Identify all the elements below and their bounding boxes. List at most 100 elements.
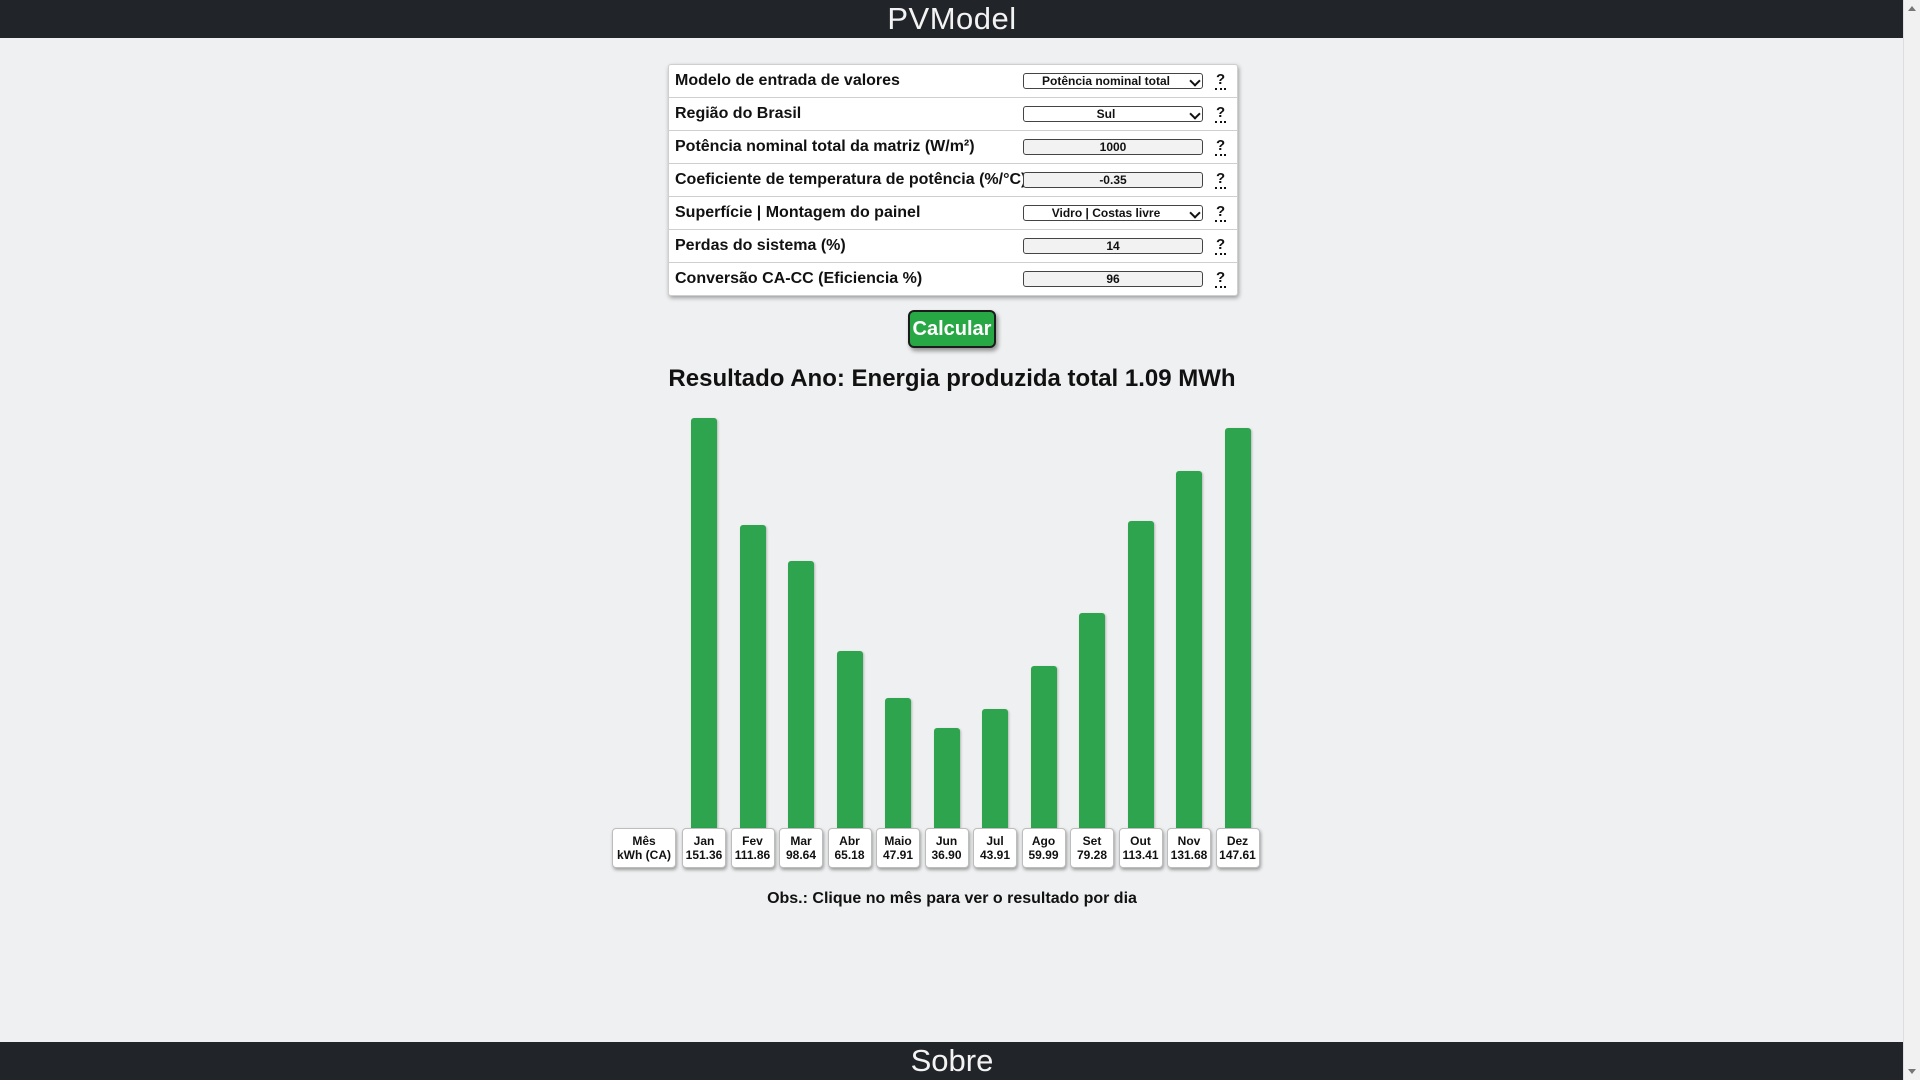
- month-label-set[interactable]: Set 79.28: [1070, 828, 1114, 868]
- month-value: 147.61: [1219, 848, 1256, 862]
- month-label-fev[interactable]: Fev 111.86: [730, 828, 775, 868]
- param-value: -0.35: [1099, 173, 1127, 187]
- month-name: Jul: [986, 834, 1004, 848]
- month-name: Jan: [693, 834, 715, 848]
- chart-header-box: Mês kWh (CA): [612, 828, 676, 868]
- param-row: Modelo de entrada de valores Potência nom…: [669, 65, 1237, 98]
- scroll-up-icon[interactable]: [1908, 6, 1916, 11]
- month-label-maio[interactable]: Maio 47.91: [876, 828, 920, 868]
- month-name: Jun: [935, 834, 958, 848]
- param-input[interactable]: 1000: [1023, 139, 1203, 155]
- param-row: Superfície | Montagem do painel Vidro | C…: [669, 197, 1237, 230]
- bar-ago[interactable]: [1030, 666, 1057, 828]
- month-value: 65.18: [834, 848, 865, 862]
- param-select[interactable]: Potência nominal total: [1023, 73, 1203, 89]
- param-row: Conversão CA-CC (Eficiencia %) 96?: [669, 263, 1237, 295]
- month-name: Set: [1082, 834, 1102, 848]
- scroll-down-icon[interactable]: [1908, 1069, 1916, 1074]
- month-value: 113.41: [1122, 848, 1159, 862]
- param-value: 96: [1106, 272, 1120, 286]
- param-row: Potência nominal total da matriz (W/m²) 1…: [669, 131, 1237, 164]
- bar-maio[interactable]: [885, 698, 911, 828]
- param-label: Superfície | Montagem do painel: [675, 204, 921, 221]
- month-name: Abr: [839, 834, 860, 848]
- month-name: Ago: [1031, 834, 1056, 848]
- param-value: Potência nominal total: [1041, 74, 1170, 88]
- month-value: 131.68: [1170, 848, 1208, 862]
- param-label: Potência nominal total da matriz (W/m²): [675, 138, 975, 155]
- about-footer[interactable]: Sobre: [0, 1042, 1904, 1080]
- help-icon[interactable]: ?: [1215, 204, 1227, 222]
- param-label: Perdas do sistema (%): [675, 237, 846, 254]
- about-link[interactable]: Sobre: [911, 1043, 994, 1079]
- param-label: Região do Brasil: [675, 105, 802, 122]
- param-label: Modelo de entrada de valores: [675, 72, 900, 89]
- month-value: 43.91: [979, 848, 1011, 862]
- app-title: PVModel: [887, 1, 1017, 36]
- help-icon[interactable]: ?: [1215, 138, 1227, 156]
- help-icon[interactable]: ?: [1215, 105, 1227, 123]
- bar-mar[interactable]: [788, 561, 814, 828]
- param-input[interactable]: 96: [1023, 271, 1203, 287]
- month-value: 36.90: [931, 848, 962, 862]
- month-name: Mar: [790, 834, 812, 848]
- monthly-energy-chart: Mês kWh (CA) Jan 151.36 Fev 111.86 Mar 98.64 A…: [612, 410, 1292, 870]
- help-icon[interactable]: ?: [1215, 237, 1227, 255]
- bar-out[interactable]: [1127, 521, 1154, 828]
- chart-header-month: Mês: [632, 834, 656, 848]
- month-label-jul[interactable]: Jul 43.91: [973, 828, 1017, 868]
- bar-jan[interactable]: [691, 418, 717, 828]
- month-value: 98.64: [785, 848, 817, 862]
- param-value: 1000: [1099, 140, 1127, 154]
- month-label-nov[interactable]: Nov 131.68: [1167, 828, 1211, 868]
- param-input[interactable]: -0.35: [1023, 172, 1203, 188]
- param-value: Sul: [1096, 107, 1116, 121]
- month-label-mar[interactable]: Mar 98.64: [779, 828, 823, 868]
- month-name: Out: [1130, 834, 1151, 848]
- param-row: Coeficiente de temperatura de potência (…: [669, 164, 1237, 197]
- chevron-down-icon: [1189, 207, 1201, 219]
- month-value: 79.28: [1076, 848, 1108, 862]
- month-value: 111.86: [734, 848, 771, 862]
- bar-set[interactable]: [1079, 613, 1105, 828]
- month-name: Dez: [1226, 834, 1249, 848]
- month-name: Fev: [742, 834, 763, 848]
- bar-abr[interactable]: [836, 651, 863, 828]
- month-value: 59.99: [1028, 848, 1059, 862]
- bar-dez[interactable]: [1224, 428, 1251, 828]
- month-value: 151.36: [685, 848, 723, 862]
- param-input[interactable]: 14: [1023, 238, 1203, 254]
- param-row: Região do Brasil Sul?: [669, 98, 1237, 131]
- month-label-abr[interactable]: Abr 65.18: [827, 828, 872, 868]
- bar-nov[interactable]: [1176, 471, 1202, 828]
- help-icon[interactable]: ?: [1215, 270, 1227, 288]
- bar-jun[interactable]: [933, 728, 960, 828]
- bar-jul[interactable]: [982, 709, 1008, 828]
- param-select[interactable]: Vidro | Costas livre: [1023, 205, 1203, 221]
- param-value: Vidro | Costas livre: [1051, 206, 1161, 220]
- page-scrollbar[interactable]: [1903, 0, 1920, 1080]
- month-label-ago[interactable]: Ago 59.99: [1021, 828, 1066, 868]
- month-label-dez[interactable]: Dez 147.61: [1215, 828, 1260, 868]
- chart-header-unit: kWh (CA): [617, 848, 671, 862]
- param-label: Conversão CA-CC (Eficiencia %): [675, 270, 923, 287]
- month-label-jan[interactable]: Jan 151.36: [682, 828, 726, 868]
- month-label-out[interactable]: Out 113.41: [1118, 828, 1163, 868]
- month-value: 47.91: [882, 848, 914, 862]
- param-label: Coeficiente de temperatura de potência (…: [675, 171, 1027, 188]
- app-header: PVModel: [0, 0, 1904, 38]
- bar-fev[interactable]: [739, 525, 766, 828]
- month-name: Nov: [1177, 834, 1201, 848]
- calculate-button[interactable]: Calcular: [908, 310, 996, 348]
- param-row: Perdas do sistema (%) 14?: [669, 230, 1237, 263]
- parameters-table: Modelo de entrada de valores Potência nom…: [668, 64, 1238, 296]
- help-icon[interactable]: ?: [1215, 72, 1227, 90]
- result-title: Resultado Ano: Energia produzida total 1…: [668, 365, 1236, 392]
- observation-note: Obs.: Clique no mês para ver o resultado…: [767, 890, 1137, 907]
- param-value: 14: [1106, 239, 1120, 253]
- help-icon[interactable]: ?: [1215, 171, 1227, 189]
- month-name: Maio: [884, 834, 912, 848]
- month-label-jun[interactable]: Jun 36.90: [924, 828, 969, 868]
- chevron-down-icon: [1189, 108, 1201, 120]
- param-select[interactable]: Sul: [1023, 106, 1203, 122]
